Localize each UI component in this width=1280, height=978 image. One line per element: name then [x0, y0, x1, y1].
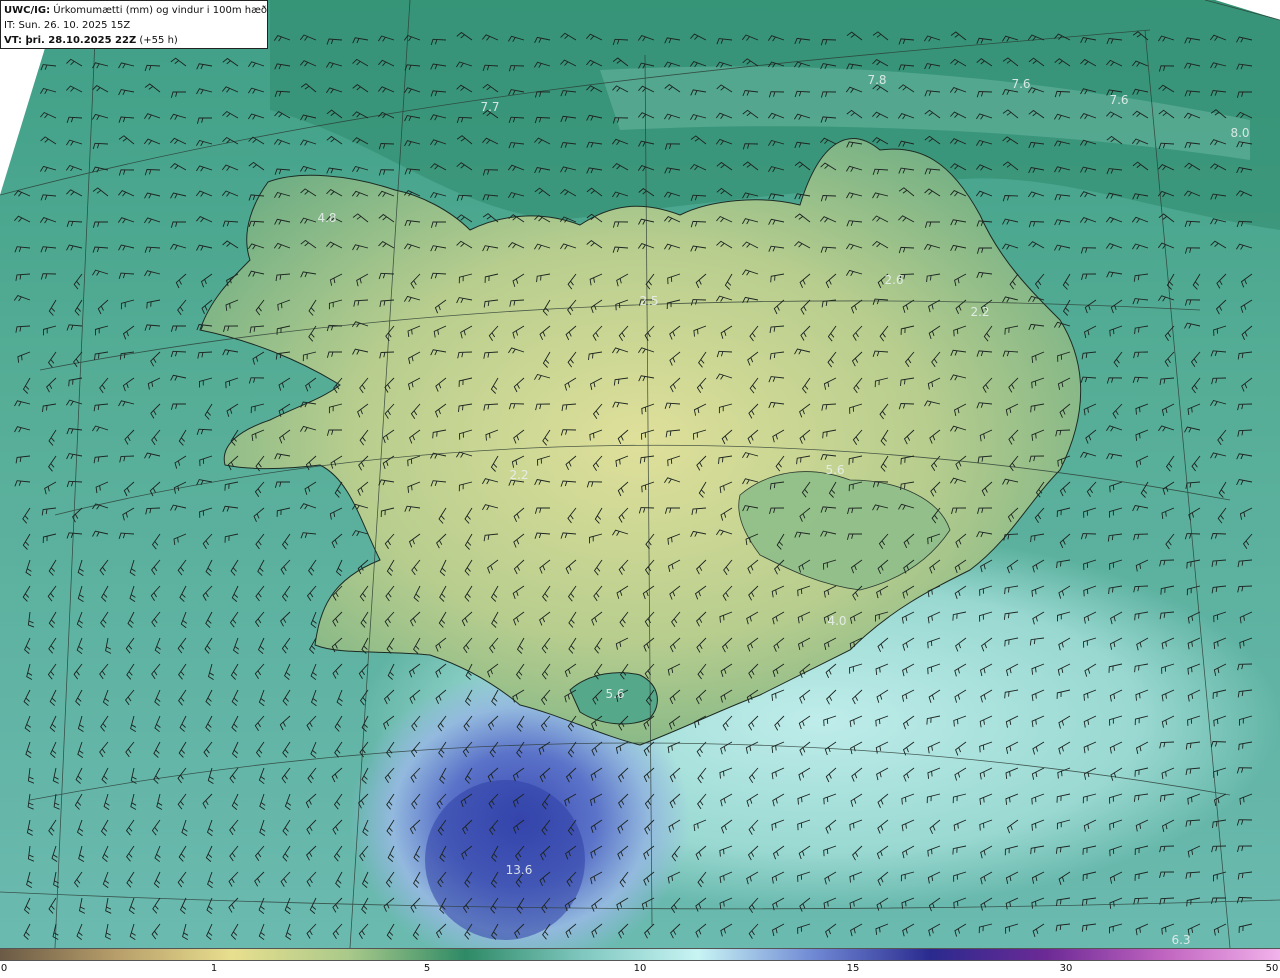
- colorbar-tick-label: 0: [0, 963, 8, 974]
- colorbar-tick-label: 1: [210, 963, 218, 974]
- weather-map: [0, 0, 1280, 948]
- colorbar-tick-label: 30: [1059, 963, 1073, 974]
- map-value-label: 8.0: [1230, 126, 1250, 140]
- map-value-label: 4.0: [827, 614, 847, 628]
- map-header: UWC/IG: Úrkomumætti (mm) og vindur i 100…: [0, 0, 268, 49]
- map-value-label: 2.6: [884, 273, 904, 287]
- init-time: IT: Sun. 26. 10. 2025 15Z: [4, 20, 131, 31]
- precip-core: [425, 780, 585, 940]
- forecast-lead: (+55 h): [136, 35, 178, 46]
- map-value-label: 2.2: [509, 468, 529, 482]
- precip-colorbar: [0, 948, 1280, 961]
- colorbar-tick-label: 50: [1265, 963, 1279, 974]
- colorbar-tick-label: 15: [846, 963, 860, 974]
- map-value-label: 7.8: [867, 73, 887, 87]
- map-value-label: 7.6: [1109, 93, 1129, 107]
- map-value-label: 5.6: [825, 463, 845, 477]
- map-value-label: 7.6: [1011, 77, 1031, 91]
- map-value-label: 5.6: [605, 687, 625, 701]
- map-value-label: 13.6: [505, 863, 533, 877]
- model-name: UWC/IG:: [4, 5, 51, 16]
- colorbar-tick-label: 10: [633, 963, 647, 974]
- map-value-label: 7.7: [480, 100, 500, 114]
- map-value-label: 2.2: [970, 305, 990, 319]
- map-value-label: 6.3: [1171, 933, 1191, 947]
- colorbar-tick-label: 5: [423, 963, 431, 974]
- valid-time: VT: þri. 28.10.2025 22Z: [4, 35, 137, 46]
- map-value-label: 4.8: [317, 211, 337, 225]
- map-title: Úrkomumætti (mm) og vindur i 100m hæð: [53, 5, 268, 16]
- map-value-label: 2.5: [639, 294, 659, 308]
